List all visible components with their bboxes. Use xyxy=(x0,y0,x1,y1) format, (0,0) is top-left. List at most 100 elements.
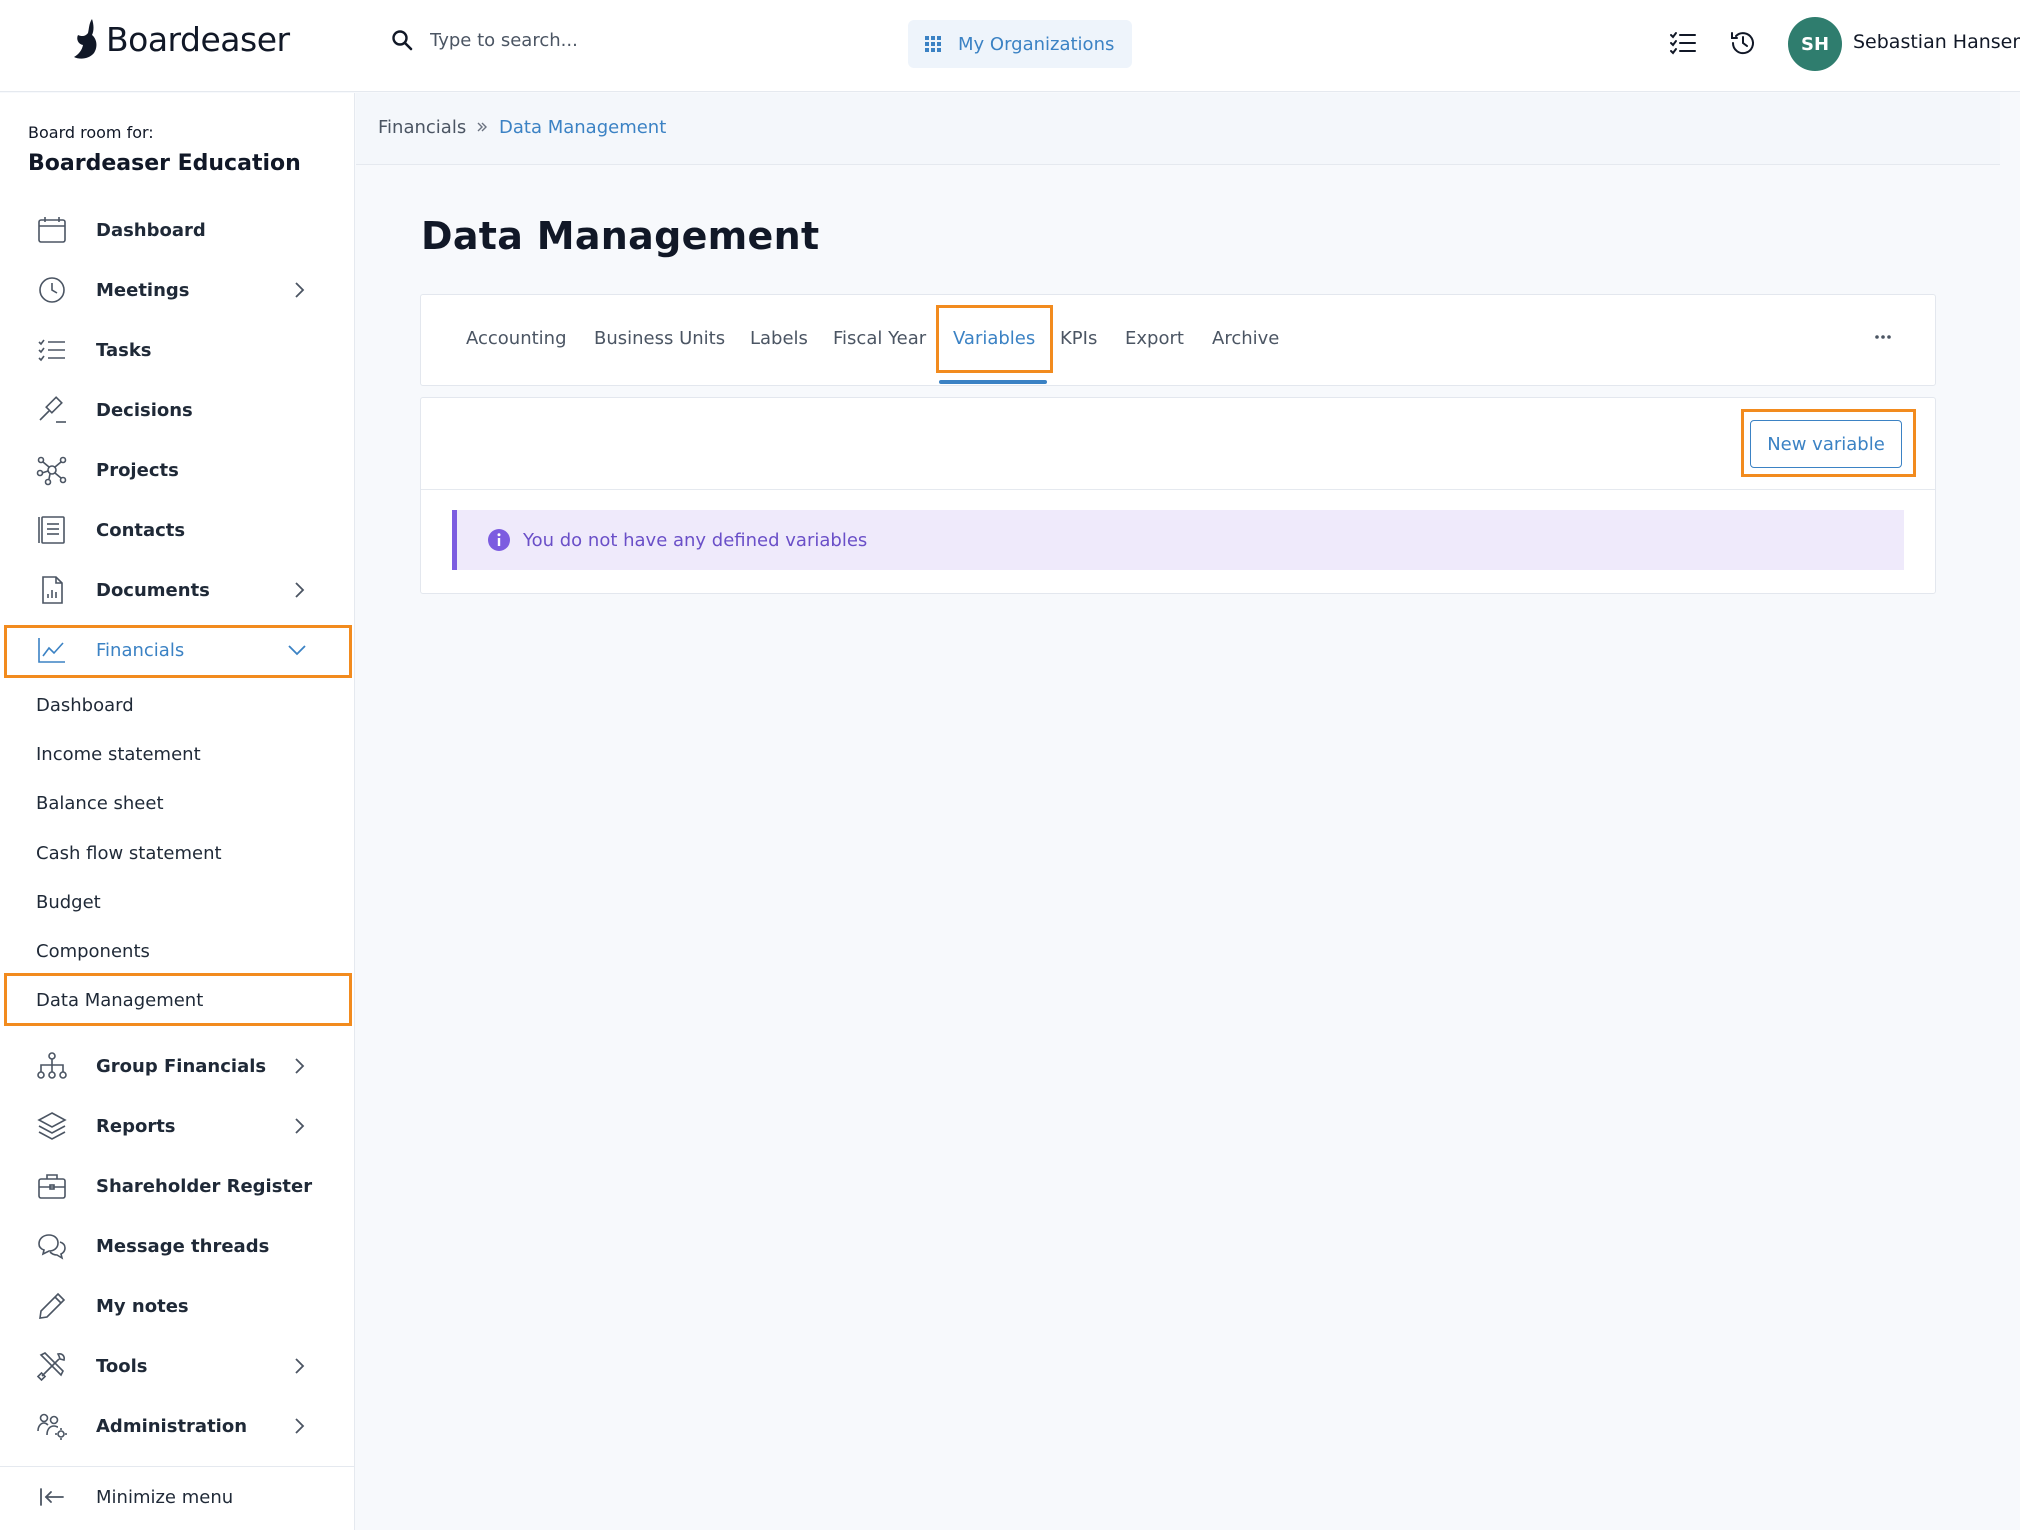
new-variable-button[interactable]: New variable xyxy=(1750,420,1902,468)
sidebar-subitem-label: Balance sheet xyxy=(36,792,164,814)
network-icon xyxy=(36,456,67,486)
sidebar-item-label: Reports xyxy=(96,1115,176,1137)
sidebar-item-group-financials[interactable]: Group Financials xyxy=(0,1036,355,1096)
double-chevron-right-icon xyxy=(477,122,487,132)
top-bar: Boardeaser My Organizations xyxy=(0,0,2020,92)
sidebar-item-label: Group Financials xyxy=(96,1055,267,1077)
search-input[interactable] xyxy=(430,29,790,51)
collapse-left-icon xyxy=(40,1488,64,1506)
sidebar-subitem-label: Data Management xyxy=(36,989,204,1011)
sidebar-item-administration[interactable]: Administration xyxy=(0,1396,355,1456)
sidebar-item-label: Contacts xyxy=(96,519,186,541)
active-tab-indicator xyxy=(939,380,1047,384)
breadcrumb: Financials Data Management xyxy=(356,93,2000,165)
chevron-right-icon xyxy=(295,582,305,598)
briefcase-icon xyxy=(38,1174,66,1199)
chevron-right-icon xyxy=(295,1118,305,1134)
checklist-icon xyxy=(38,339,65,362)
global-search xyxy=(390,28,790,52)
sidebar-item-message-threads[interactable]: Message threads xyxy=(0,1216,355,1276)
tab-accounting[interactable]: Accounting xyxy=(466,328,567,349)
sidebar-subitem-label: Budget xyxy=(36,891,101,913)
board-name[interactable]: Boardeaser Education xyxy=(28,151,301,176)
gavel-icon xyxy=(39,396,66,423)
calendar-icon xyxy=(38,217,66,243)
chevron-right-icon xyxy=(295,1418,305,1434)
sidebar-item-meetings[interactable]: Meetings xyxy=(0,260,355,320)
sidebar-item-label: Financials xyxy=(96,639,185,661)
sidebar-item-label: Documents xyxy=(96,579,210,601)
sidebar-item-label: My notes xyxy=(96,1295,189,1317)
user-name[interactable]: Sebastian Hansen xyxy=(1853,31,2020,53)
tools-icon xyxy=(36,1352,65,1382)
sidebar-subitem-income-statement[interactable]: Income statement xyxy=(0,730,355,778)
task-list-icon[interactable] xyxy=(1668,28,1698,58)
breadcrumb-parent[interactable]: Financials xyxy=(378,117,466,138)
brand-name: Boardeaser xyxy=(106,19,290,59)
sidebar-item-label: Shareholder Register xyxy=(96,1175,313,1197)
sidebar-item-label: Projects xyxy=(96,459,179,481)
sidebar-subitem-label: Components xyxy=(36,940,150,962)
sidebar: Board room for: Boardeaser Education Das… xyxy=(0,93,355,1530)
sidebar-subitem-components[interactable]: Components xyxy=(0,927,355,975)
pencil-icon xyxy=(39,1292,66,1319)
tab-kpis[interactable]: KPIs xyxy=(1060,328,1097,349)
breadcrumb-current: Data Management xyxy=(499,117,667,138)
tab-business-units[interactable]: Business Units xyxy=(594,328,725,349)
sidebar-item-projects[interactable]: Projects xyxy=(0,440,355,500)
sidebar-item-tools[interactable]: Tools xyxy=(0,1336,355,1396)
sidebar-item-shareholder-register[interactable]: Shareholder Register xyxy=(0,1156,355,1216)
tab-variables[interactable]: Variables xyxy=(953,328,1035,349)
layers-icon xyxy=(37,1112,67,1140)
sidebar-subitem-balance-sheet[interactable]: Balance sheet xyxy=(0,779,355,827)
my-organizations-button[interactable]: My Organizations xyxy=(908,20,1132,68)
boardeaser-logo-icon xyxy=(74,19,97,59)
search-icon xyxy=(392,30,413,51)
minimize-menu-label: Minimize menu xyxy=(96,1486,234,1508)
chevron-right-icon xyxy=(295,1058,305,1074)
page-title: Data Management xyxy=(421,214,820,258)
sidebar-subitem-data-management[interactable]: Data Management xyxy=(0,976,355,1024)
sidebar-subitem-label: Income statement xyxy=(36,743,201,765)
more-options-icon[interactable] xyxy=(1872,326,1894,348)
empty-state-message: You do not have any defined variables xyxy=(523,529,868,551)
sidebar-item-decisions[interactable]: Decisions xyxy=(0,380,355,440)
sidebar-item-label: Message threads xyxy=(96,1235,270,1257)
board-room-label: Board room for: xyxy=(28,123,154,142)
sidebar-subitem-dashboard[interactable]: Dashboard xyxy=(0,681,355,729)
sidebar-item-label: Meetings xyxy=(96,279,190,301)
sidebar-item-label: Tasks xyxy=(96,339,152,361)
grid-icon xyxy=(925,36,941,52)
users-gear-icon xyxy=(37,1413,67,1440)
tab-archive[interactable]: Archive xyxy=(1212,328,1279,349)
sidebar-item-label: Tools xyxy=(96,1355,148,1377)
minimize-menu-button[interactable]: Minimize menu xyxy=(0,1467,355,1527)
hierarchy-icon xyxy=(37,1052,67,1079)
sidebar-item-dashboard[interactable]: Dashboard xyxy=(0,200,355,260)
sidebar-item-reports[interactable]: Reports xyxy=(0,1096,355,1156)
empty-state-alert: You do not have any defined variables xyxy=(452,510,1904,570)
history-icon[interactable] xyxy=(1728,28,1758,58)
chat-icon xyxy=(38,1234,66,1260)
tab-labels[interactable]: Labels xyxy=(750,328,808,349)
sidebar-item-tasks[interactable]: Tasks xyxy=(0,320,355,380)
document-icon xyxy=(42,576,63,604)
sidebar-item-financials[interactable]: Financials xyxy=(0,620,355,680)
sidebar-subitem-label: Dashboard xyxy=(36,694,134,716)
sidebar-subitem-label: Cash flow statement xyxy=(36,842,222,864)
sidebar-item-my-notes[interactable]: My notes xyxy=(0,1276,355,1336)
address-book-icon xyxy=(38,516,65,544)
tab-fiscal-year[interactable]: Fiscal Year xyxy=(833,328,926,349)
brand-logo[interactable]: Boardeaser xyxy=(70,14,290,64)
clock-icon xyxy=(39,277,65,303)
sidebar-item-label: Dashboard xyxy=(96,219,206,241)
my-organizations-label: My Organizations xyxy=(958,33,1115,55)
chevron-right-icon xyxy=(295,1358,305,1374)
sidebar-subitem-budget[interactable]: Budget xyxy=(0,878,355,926)
sidebar-item-label: Administration xyxy=(96,1415,248,1437)
tab-export[interactable]: Export xyxy=(1125,328,1184,349)
user-avatar[interactable]: SH xyxy=(1788,17,1842,71)
sidebar-item-contacts[interactable]: Contacts xyxy=(0,500,355,560)
sidebar-subitem-cash-flow-statement[interactable]: Cash flow statement xyxy=(0,829,355,877)
sidebar-item-documents[interactable]: Documents xyxy=(0,560,355,620)
